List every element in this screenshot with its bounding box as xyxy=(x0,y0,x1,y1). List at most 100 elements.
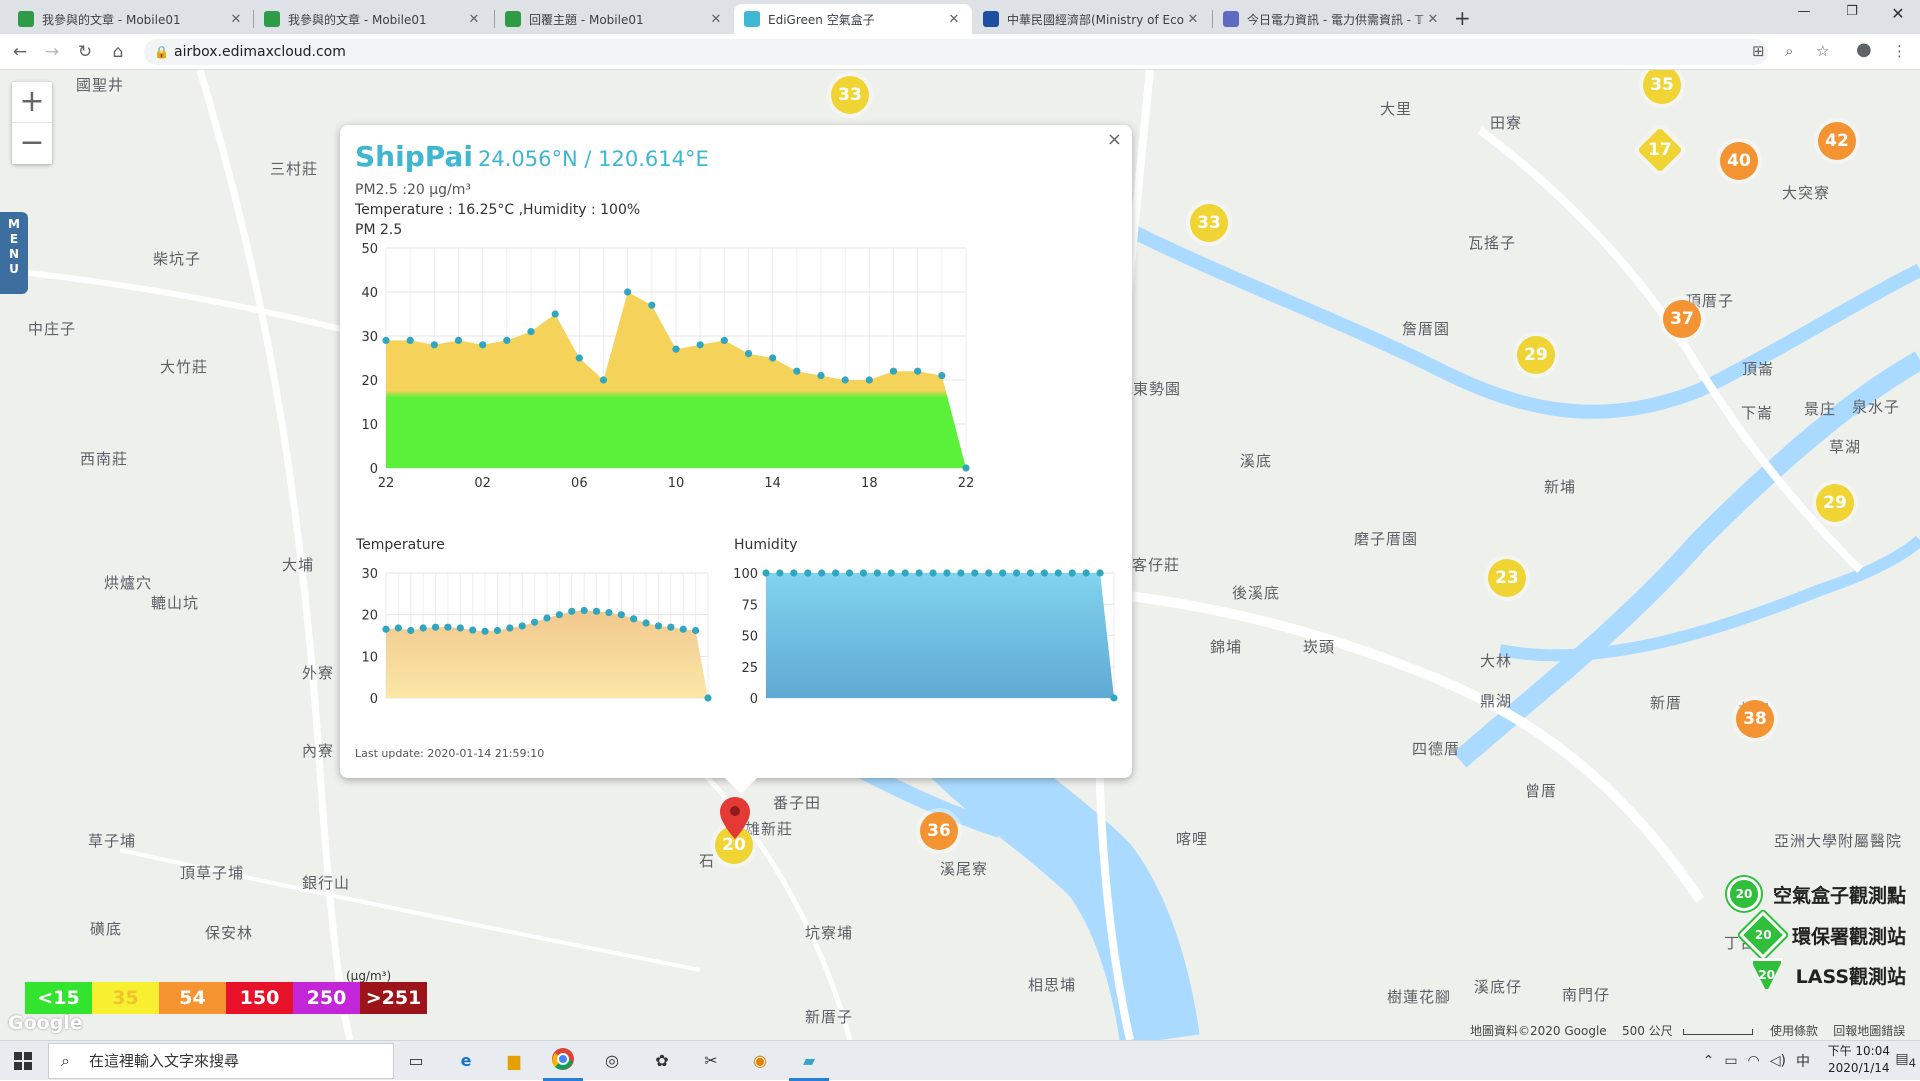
airbox-marker[interactable]: 38 xyxy=(1736,700,1774,738)
map-attribution: 地圖資料©2020 Google 500 公尺 使用條款 回報地圖錯誤 xyxy=(1470,1022,1905,1039)
chart-data-point xyxy=(679,625,687,633)
airbox-marker[interactable]: 29 xyxy=(1816,484,1854,522)
url-field[interactable]: 🔒 airbox.edimaxcloud.com xyxy=(144,39,1768,65)
chrome-icon[interactable] xyxy=(549,1047,577,1075)
map-place-label: 保安林 xyxy=(205,924,254,942)
tab-close-icon[interactable]: ✕ xyxy=(708,12,724,27)
ime-indicator[interactable]: 中 xyxy=(1796,1051,1810,1071)
map-place-label: 崁頭 xyxy=(1303,638,1336,656)
legend-level: <15 xyxy=(25,982,92,1014)
map-place-label: 轆山坑 xyxy=(151,594,200,612)
y-tick-label: 20 xyxy=(361,374,378,389)
map-place-label: 三村莊 xyxy=(270,160,319,178)
app-icon-snipping[interactable]: ✂ xyxy=(697,1047,725,1075)
zoom-icon[interactable]: ⌕ xyxy=(1785,42,1793,60)
notification-center-icon[interactable]: ▤4 xyxy=(1895,1051,1916,1070)
airbox-marker[interactable]: 42 xyxy=(1818,122,1856,160)
map-place-label: 外寮 xyxy=(302,664,335,682)
pm25-chart: 0 10 20 30 40 50 22 02 06 10 14 18 22 xyxy=(361,242,974,488)
maximize-button[interactable]: ❐ xyxy=(1832,4,1872,19)
map-place-label: 新埔 xyxy=(1544,478,1577,496)
tab-label: 中華民國經濟部(Ministry of Eco xyxy=(1007,12,1185,27)
battery-icon[interactable]: ▭ xyxy=(1724,1053,1737,1069)
map-place-label: 國聖井 xyxy=(76,76,125,94)
map-place-label: 草子埔 xyxy=(88,832,137,850)
chart-data-point xyxy=(793,367,801,375)
airbox-marker[interactable]: 33 xyxy=(1190,204,1228,242)
wifi-icon[interactable]: ◠ xyxy=(1748,1053,1760,1069)
browser-tab[interactable]: 今日電力資訊 - 電力供需資訊 - 𝕋 ✕ xyxy=(1213,4,1451,34)
airbox-marker[interactable]: 23 xyxy=(1488,559,1526,597)
x-tick-label: 06 xyxy=(571,476,588,488)
menu-tab[interactable]: MENU xyxy=(0,212,28,294)
bookmark-star-icon[interactable]: ☆ xyxy=(1816,42,1829,60)
map-place-label: 烘爐穴 xyxy=(104,574,153,592)
marker-value: 36 xyxy=(927,821,951,841)
chart-area-fill xyxy=(766,573,1114,698)
map-place-label: 曾厝 xyxy=(1525,782,1558,800)
tab-close-icon[interactable]: ✕ xyxy=(228,12,244,27)
chart-data-point xyxy=(575,354,583,362)
airbox-marker[interactable]: 37 xyxy=(1663,300,1701,338)
y-tick-label: 20 xyxy=(361,609,378,624)
show-hidden-icons[interactable]: ⌃ xyxy=(1703,1053,1715,1069)
translate-icon[interactable]: ⊞ xyxy=(1752,42,1765,60)
chart-data-point xyxy=(929,569,937,577)
reload-icon[interactable]: ↻ xyxy=(73,40,97,64)
profile-icon[interactable]: ● xyxy=(1856,39,1872,60)
back-icon[interactable]: ← xyxy=(8,40,32,64)
close-window-button[interactable]: ✕ xyxy=(1878,4,1918,23)
tab-close-icon[interactable]: ✕ xyxy=(946,12,962,27)
report-error-link[interactable]: 回報地圖錯誤 xyxy=(1833,1024,1905,1038)
browser-tab[interactable]: 我參與的文章 - Mobile01 ✕ xyxy=(8,4,254,34)
minimize-button[interactable]: — xyxy=(1784,4,1824,19)
app-icon-blender[interactable]: ◉ xyxy=(746,1047,774,1075)
airbox-marker[interactable]: 29 xyxy=(1517,336,1555,374)
app-icon-compass[interactable]: ◎ xyxy=(598,1047,626,1075)
windows-start-icon[interactable] xyxy=(0,1041,46,1081)
app-icon-fox[interactable]: ✿ xyxy=(648,1047,676,1075)
taskbar-search-box[interactable]: ⌕ 在這裡輸入文字來搜尋 xyxy=(48,1043,394,1079)
forward-icon[interactable]: → xyxy=(40,40,64,64)
file-explorer-icon[interactable]: ▆ xyxy=(500,1047,528,1075)
edge-browser-icon[interactable]: e xyxy=(452,1047,480,1075)
airbox-marker[interactable]: 36 xyxy=(920,812,958,850)
map-canvas[interactable]: 國聖井 三村莊 柴坑子 中庄子 大竹莊 西南莊 烘爐穴 轆山坑 大埔 外寮 內寮 頂草子埔 銀行山 草子埔… xyxy=(0,70,1920,1040)
map-place-label: 東勢園 xyxy=(1133,380,1182,398)
new-tab-button[interactable]: + xyxy=(1454,6,1471,30)
volume-icon[interactable]: ◁) xyxy=(1770,1053,1786,1069)
marker-value: 37 xyxy=(1670,309,1694,329)
tab-close-icon[interactable]: ✕ xyxy=(1425,12,1441,27)
browser-tab[interactable]: 中華民國經濟部(Ministry of Eco ✕ xyxy=(973,4,1211,34)
browser-tab[interactable]: 我參與的文章 - Mobile01 ✕ xyxy=(254,4,492,34)
airbox-marker[interactable]: 33 xyxy=(831,76,869,114)
chart-data-point xyxy=(845,569,854,577)
map-place-label: 西南莊 xyxy=(80,450,129,468)
browser-tab[interactable]: 回覆主題 - Mobile01 ✕ xyxy=(495,4,734,34)
chart-data-point xyxy=(592,607,601,615)
chart-data-point xyxy=(543,614,551,622)
home-icon[interactable]: ⌂ xyxy=(106,40,130,64)
system-clock[interactable]: 下午 10:04 2020/1/14 xyxy=(1828,1043,1890,1077)
y-tick-label: 75 xyxy=(741,598,758,613)
terms-link[interactable]: 使用條款 xyxy=(1770,1024,1818,1038)
browser-tab[interactable]: EdiGreen 空氣盒子 ✕ xyxy=(734,4,972,34)
map-place-label: 田寮 xyxy=(1490,114,1523,132)
menu-dots-icon[interactable]: ⋮ xyxy=(1892,42,1907,60)
task-view-icon[interactable]: ▭ xyxy=(402,1047,430,1075)
chart-data-point xyxy=(580,606,588,615)
chart-data-point xyxy=(915,569,923,577)
chart-data-point xyxy=(841,376,849,384)
legend-level: 250 xyxy=(293,982,360,1014)
tab-label: EdiGreen 空氣盒子 xyxy=(768,12,875,27)
selected-station-pin-icon[interactable] xyxy=(718,795,752,841)
popup-close-button[interactable]: × xyxy=(1107,129,1122,150)
zoom-in-button[interactable]: + xyxy=(12,82,52,123)
airbox-marker[interactable]: 40 xyxy=(1720,142,1758,180)
zoom-out-button[interactable]: − xyxy=(12,123,52,164)
app-icon-edigreen[interactable]: ▰ xyxy=(795,1047,823,1075)
station-type-legend-item: 20 環保署觀測站 xyxy=(1738,910,1906,960)
marker-value: 42 xyxy=(1825,131,1849,151)
tab-close-icon[interactable]: ✕ xyxy=(1185,12,1201,27)
tab-close-icon[interactable]: ✕ xyxy=(466,12,482,27)
